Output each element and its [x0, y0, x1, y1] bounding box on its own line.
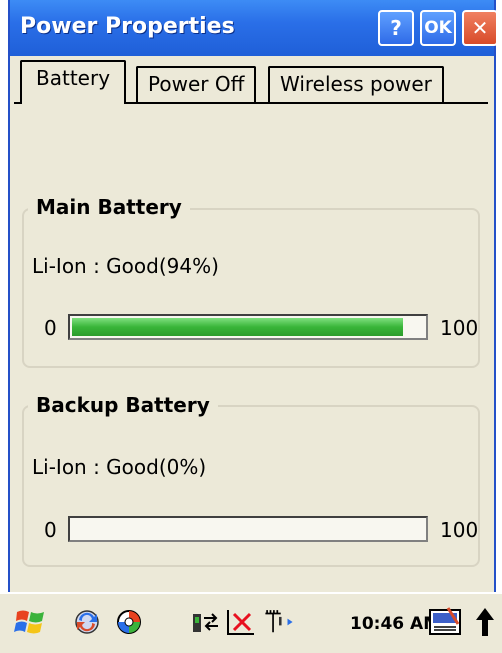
tab-battery[interactable]: Battery	[20, 60, 127, 104]
backup-battery-status: Li-Ion : Good(0%)	[32, 455, 207, 479]
backup-battery-title: Backup Battery	[28, 393, 218, 417]
taskbar: 10:46 AM	[0, 592, 502, 653]
color-wheel-icon[interactable]	[112, 604, 146, 640]
main-battery-scale-max: 100	[440, 316, 479, 340]
up-arrow-icon[interactable]	[468, 604, 502, 640]
help-button[interactable]: ?	[378, 10, 414, 46]
window-title: Power Properties	[20, 14, 235, 39]
sync-icon[interactable]	[70, 604, 104, 640]
input-panel-icon[interactable]	[428, 604, 462, 640]
main-battery-status: Li-Ion : Good(94%)	[32, 254, 219, 278]
backup-battery-group	[22, 405, 480, 567]
ok-button[interactable]: OK	[420, 10, 456, 46]
tab-wireless-power[interactable]: Wireless power	[268, 66, 444, 102]
tab-strip: Battery Power Off Wireless power	[10, 58, 494, 108]
backup-battery-scale-max: 100	[440, 518, 479, 542]
start-windows-flag-icon[interactable]	[14, 604, 48, 640]
network-connect-icon[interactable]	[190, 604, 224, 640]
power-properties-window: Power Properties ? OK ✕ Battery Power Of…	[8, 0, 498, 653]
main-battery-progress-bar	[68, 314, 428, 340]
signal-antenna-icon[interactable]	[262, 604, 296, 640]
error-x-icon[interactable]	[224, 604, 258, 640]
main-battery-title: Main Battery	[28, 195, 190, 219]
title-bar: Power Properties ? OK ✕	[10, 0, 498, 56]
close-button[interactable]: ✕	[462, 10, 498, 46]
tab-power-off[interactable]: Power Off	[136, 66, 257, 102]
backup-battery-progress-bar	[68, 516, 428, 542]
main-battery-progress-fill	[72, 318, 403, 336]
main-battery-group	[22, 208, 480, 368]
backup-battery-scale-min: 0	[44, 518, 57, 542]
clock[interactable]: 10:46 AM	[350, 614, 440, 634]
main-battery-scale-min: 0	[44, 316, 57, 340]
